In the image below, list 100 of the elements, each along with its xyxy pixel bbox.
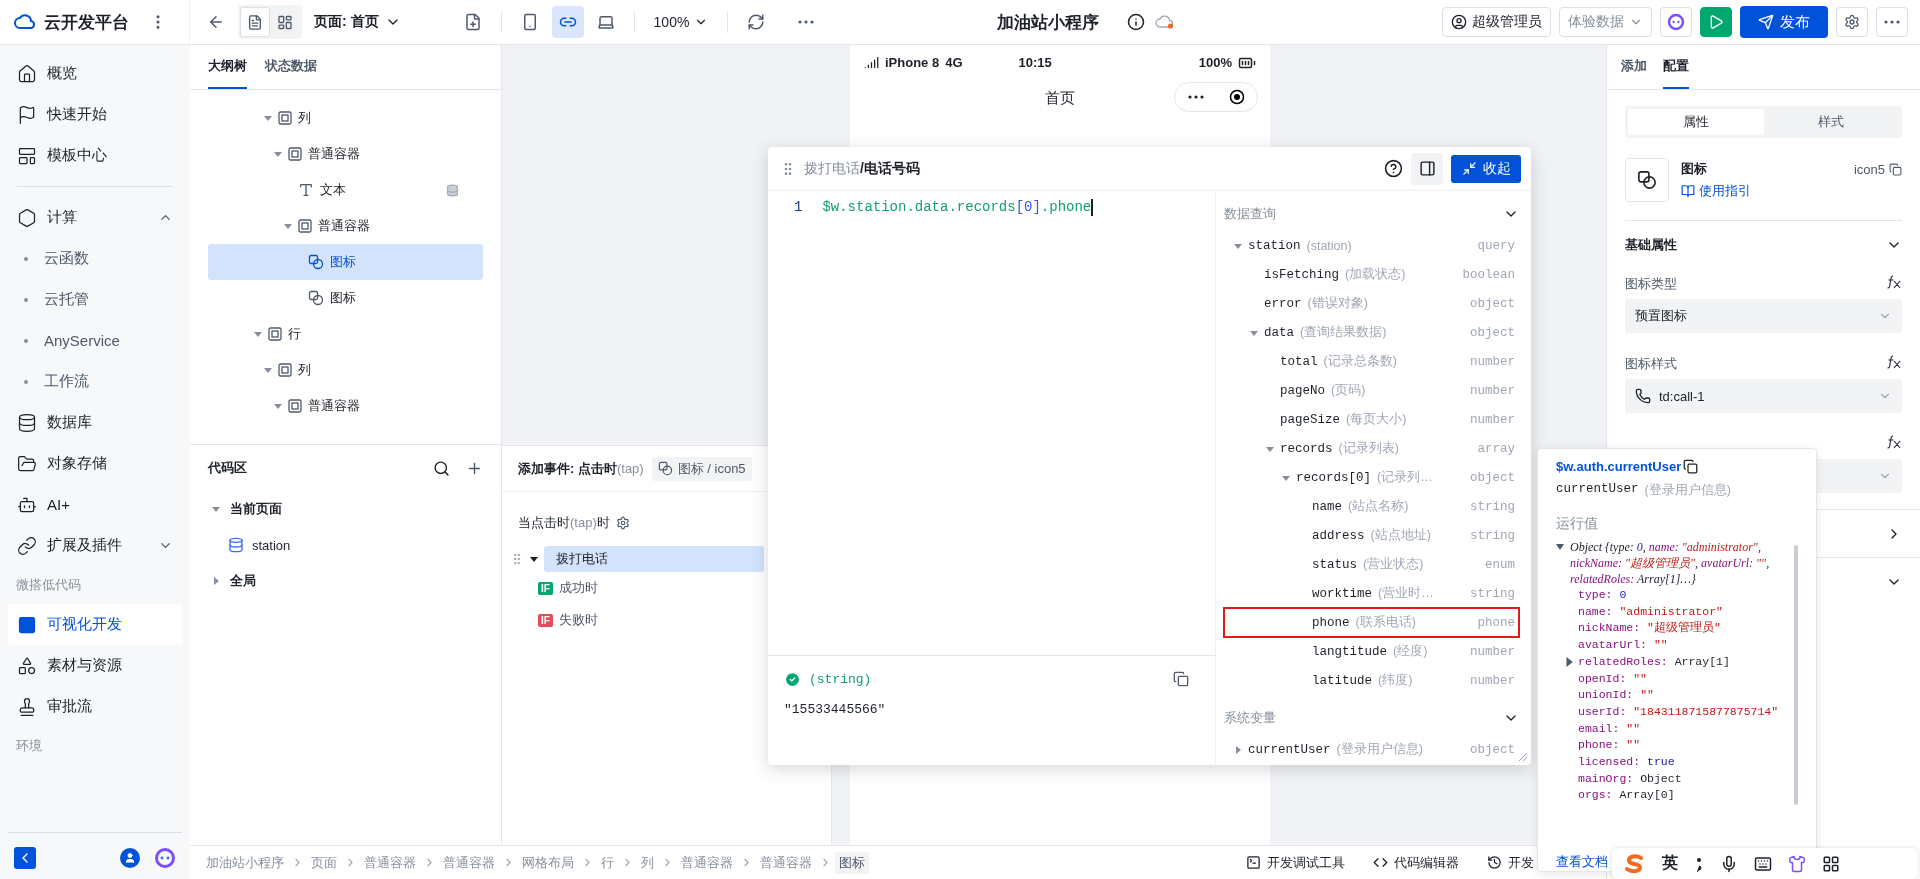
- caret-icon[interactable]: [1564, 657, 1574, 668]
- data-tree-row[interactable]: worktime (营业时… string: [1224, 579, 1519, 608]
- copy-icon[interactable]: [1683, 459, 1699, 474]
- breadcrumb-item[interactable]: 页面: [307, 851, 341, 874]
- action-item[interactable]: 拨打电话: [544, 546, 764, 572]
- data-tree-row[interactable]: total (记录总条数) number: [1224, 347, 1519, 376]
- caret-icon[interactable]: [1556, 543, 1564, 551]
- nav-subitem[interactable]: AnyService: [8, 320, 182, 361]
- shapes-icon: [308, 254, 324, 270]
- grid-icon[interactable]: [1822, 854, 1840, 873]
- resize-grip-icon[interactable]: [1518, 752, 1528, 762]
- tool-button[interactable]: 开发: [1487, 853, 1534, 872]
- page-title: 首页: [1045, 88, 1075, 108]
- help-icon[interactable]: [1384, 159, 1403, 178]
- outline-item[interactable]: 文本: [208, 172, 483, 208]
- outline-item[interactable]: 普通容器: [208, 208, 483, 244]
- select-field[interactable]: 预置图标: [1625, 299, 1902, 333]
- outline-item[interactable]: 列: [208, 100, 483, 136]
- info-icon[interactable]: [1127, 13, 1146, 31]
- shirt-icon[interactable]: [1788, 854, 1806, 873]
- scrollbar[interactable]: [1794, 545, 1798, 805]
- segment-tab[interactable]: 样式: [1763, 109, 1899, 135]
- user-avatar[interactable]: [120, 848, 140, 868]
- data-tree-row[interactable]: address (站点地址) string: [1224, 521, 1519, 550]
- nav-item[interactable]: 审批流: [8, 686, 182, 727]
- data-tree-row[interactable]: pageSize (每页大小) number: [1224, 405, 1519, 434]
- data-tree-row[interactable]: langtitude (经度) number: [1224, 637, 1519, 666]
- more-icon: [798, 20, 815, 24]
- ai-button[interactable]: [1660, 7, 1692, 37]
- data-tree-row[interactable]: records[0] (记录列… object: [1224, 463, 1519, 492]
- highlighted-tree-row[interactable]: phone (联系电话) phone: [1224, 608, 1519, 637]
- input-mode-toggle[interactable]: 英: [1662, 853, 1678, 874]
- data-tree-row[interactable]: currentUser (登录用户信息) object: [1224, 735, 1519, 764]
- panel-tab[interactable]: 添加: [1621, 45, 1647, 89]
- nav-item[interactable]: 扩展及插件: [8, 525, 182, 566]
- nav-item[interactable]: 对象存储: [8, 443, 182, 484]
- nav-item[interactable]: 快速开始: [8, 94, 182, 135]
- data-tree-row[interactable]: isFetching (加载状态) boolean: [1224, 260, 1519, 289]
- mini-program-button[interactable]: [551, 6, 584, 38]
- component-chip[interactable]: 图标 / icon5: [651, 456, 752, 481]
- settings-button[interactable]: [1836, 7, 1868, 37]
- copy-icon[interactable]: [1173, 671, 1189, 687]
- event-title: 添加事件: 点击时(tap): [518, 459, 644, 478]
- nav-item[interactable]: 概览: [8, 53, 182, 94]
- user-button[interactable]: 超级管理员: [1442, 7, 1551, 37]
- panel-tab[interactable]: 大纲树: [208, 45, 247, 89]
- property-line: relatedRoles: Array[1]: [1578, 653, 1730, 670]
- caret-icon[interactable]: [530, 555, 538, 563]
- data-tree-row[interactable]: latitude (纬度) number: [1224, 666, 1519, 695]
- data-tree-row[interactable]: pageNo (页码) number: [1224, 376, 1519, 405]
- outline-item[interactable]: 列: [208, 352, 483, 388]
- nav-item[interactable]: 素材与资源: [8, 645, 182, 686]
- outline-item[interactable]: 行: [208, 316, 483, 352]
- outline-item[interactable]: 图标: [208, 280, 483, 316]
- nav-item[interactable]: AI+: [8, 484, 182, 525]
- code-group[interactable]: 当前页面: [208, 491, 483, 527]
- code-item[interactable]: station: [208, 527, 483, 563]
- data-tree-row[interactable]: name (站点名称) string: [1224, 492, 1519, 521]
- segment-tab[interactable]: 属性: [1628, 109, 1764, 135]
- page-select[interactable]: 页面: 首页: [308, 13, 407, 31]
- outline-item[interactable]: 图标: [208, 244, 483, 280]
- search-icon[interactable]: [433, 459, 450, 477]
- side-panel-button[interactable]: [1411, 152, 1443, 185]
- field-label: 图标类型: [1625, 275, 1677, 293]
- zoom-select[interactable]: 100%: [646, 6, 716, 38]
- breadcrumb-item[interactable]: 图标: [835, 851, 869, 874]
- data-tree-row[interactable]: data (查询结果数据) object: [1224, 318, 1519, 347]
- data-tree-row[interactable]: status (营业状态) enum: [1224, 550, 1519, 579]
- settings-icon[interactable]: [615, 516, 630, 530]
- nav-item[interactable]: 可视化开发: [8, 604, 182, 645]
- outline-item[interactable]: 普通容器: [208, 136, 483, 172]
- guide-link[interactable]: 使用指引: [1681, 182, 1902, 200]
- nav-subitem[interactable]: 云函数: [8, 238, 182, 279]
- nav-item[interactable]: 模板中心: [8, 135, 182, 176]
- outline-item[interactable]: 普通容器: [208, 388, 483, 424]
- select-field[interactable]: td:call-1: [1625, 379, 1902, 413]
- tool-button[interactable]: 开发调试工具: [1246, 853, 1345, 872]
- code-group[interactable]: 全局: [208, 563, 483, 599]
- nav-item[interactable]: 数据库: [8, 402, 182, 443]
- preview-button[interactable]: [1700, 7, 1732, 37]
- nav-subitem[interactable]: 云托管: [8, 279, 182, 320]
- data-tree-row[interactable]: error (错误对象) object: [1224, 289, 1519, 318]
- data-tree-row[interactable]: station (station) query: [1224, 231, 1519, 260]
- collapse-button[interactable]: [14, 847, 36, 869]
- tool-button[interactable]: 代码编辑器: [1373, 853, 1459, 872]
- keyboard-icon[interactable]: [1754, 854, 1772, 873]
- page-view-toggle[interactable]: [240, 7, 270, 37]
- panel-tab[interactable]: 状态数据: [265, 45, 317, 89]
- shapes-icon: [308, 290, 324, 306]
- punctuation-icon[interactable]: [1694, 855, 1704, 872]
- nav-subitem[interactable]: 工作流: [8, 361, 182, 402]
- panel-tab[interactable]: 配置: [1663, 45, 1689, 89]
- section-title: 基础属性: [1625, 236, 1677, 254]
- nav-item[interactable]: 计算: [8, 197, 182, 238]
- ai-assistant-icon[interactable]: [154, 847, 176, 869]
- publish-button[interactable]: 发布: [1740, 6, 1828, 38]
- collapse-button[interactable]: 收起: [1451, 154, 1521, 183]
- data-tree-row[interactable]: records (记录列表) array: [1224, 434, 1519, 463]
- copy-icon[interactable]: [1889, 162, 1902, 176]
- microphone-icon[interactable]: [1720, 854, 1738, 873]
